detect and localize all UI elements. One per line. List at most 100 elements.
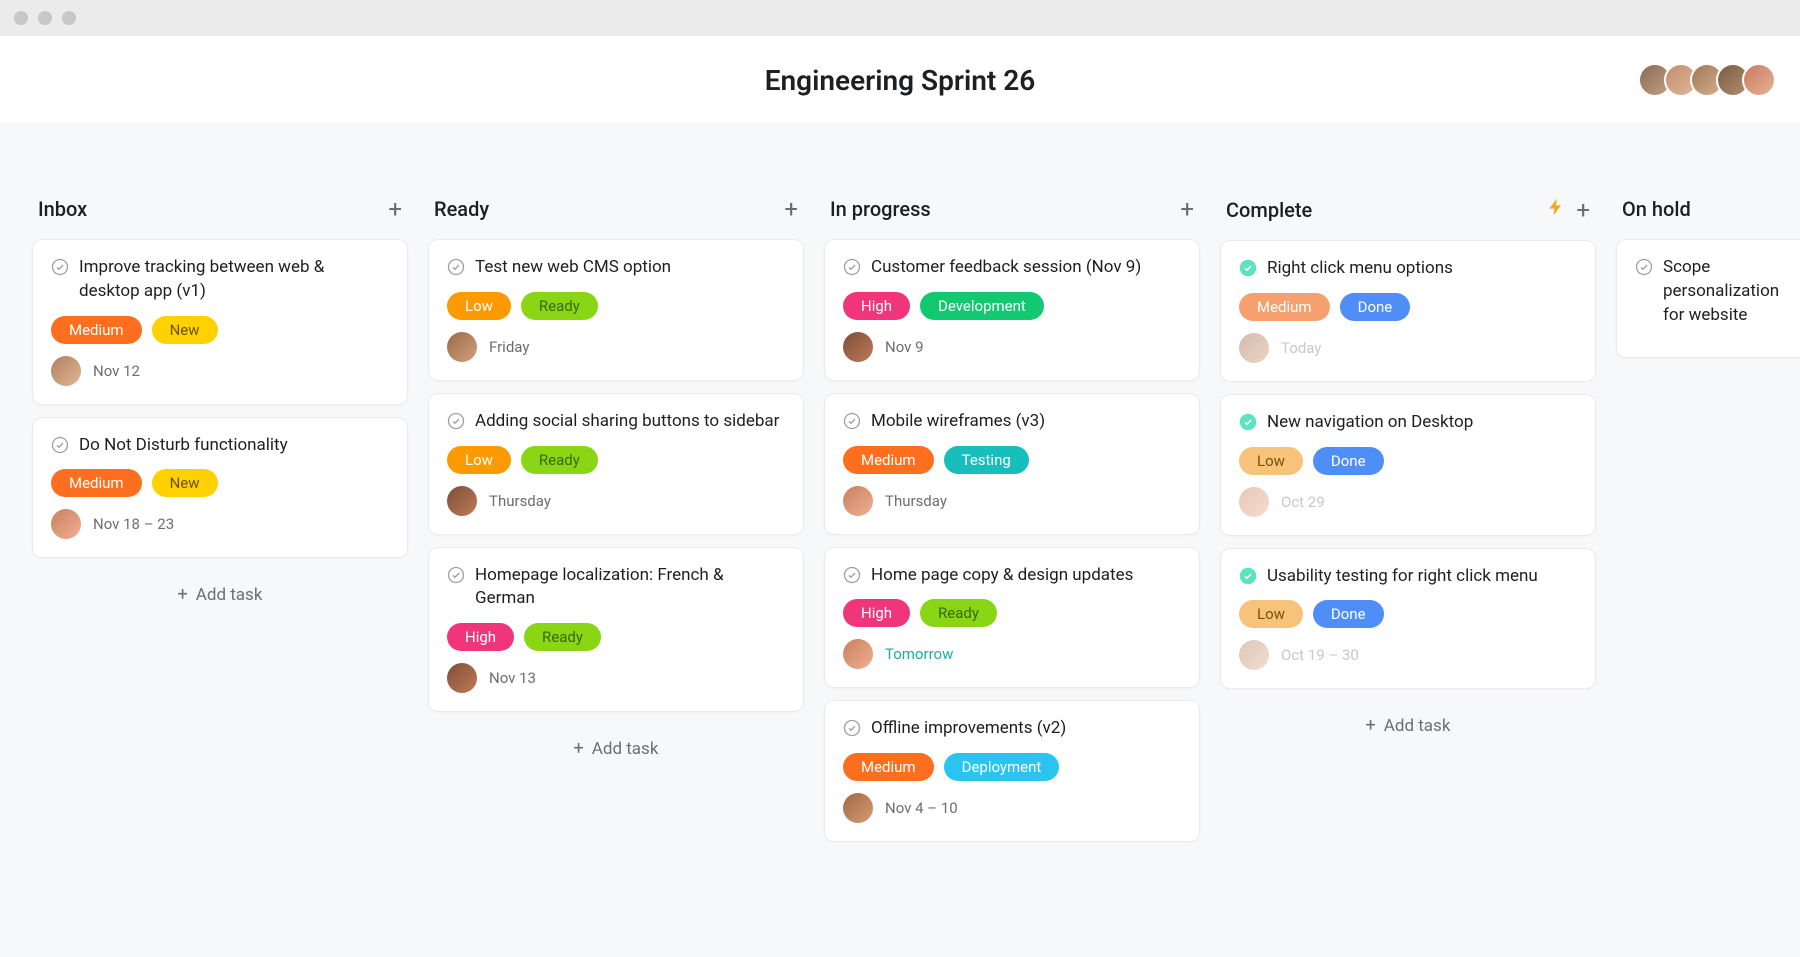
due-date: Friday <box>489 338 529 356</box>
check-icon[interactable] <box>843 412 861 430</box>
task-card[interactable]: Offline improvements (v2) Medium Deploym… <box>824 700 1200 842</box>
task-title: Homepage localization: French & German <box>475 564 785 612</box>
due-date: Nov 9 <box>885 338 924 356</box>
task-card[interactable]: Home page copy & design updates High Rea… <box>824 547 1200 689</box>
assignee-avatar[interactable] <box>843 793 873 823</box>
tag-priority[interactable]: Low <box>447 446 511 474</box>
tag-status[interactable]: Ready <box>920 599 997 627</box>
due-date: Oct 29 <box>1281 493 1325 511</box>
check-icon[interactable] <box>1635 258 1653 276</box>
task-title: Right click menu options <box>1267 257 1577 281</box>
task-card[interactable]: Do Not Disturb functionality Medium New … <box>32 417 408 559</box>
task-card[interactable]: Usability testing for right click menu L… <box>1220 548 1596 690</box>
task-card[interactable]: Adding social sharing buttons to sidebar… <box>428 393 804 535</box>
check-icon[interactable] <box>843 566 861 584</box>
tag-status[interactable]: Testing <box>944 446 1029 474</box>
task-card[interactable]: Test new web CMS option Low Ready Friday <box>428 239 804 381</box>
task-title: Scope personalization for website <box>1663 256 1798 327</box>
bolt-icon[interactable] <box>1546 197 1566 222</box>
check-icon[interactable] <box>843 258 861 276</box>
column-complete: Complete + Right click menu options Medi… <box>1220 197 1596 750</box>
assignee-avatar[interactable] <box>843 639 873 669</box>
tag-priority[interactable]: Medium <box>51 469 142 497</box>
check-complete-icon[interactable] <box>1239 413 1257 431</box>
tag-priority[interactable]: Low <box>1239 447 1303 475</box>
tag-status[interactable]: Development <box>920 292 1044 320</box>
plus-icon: + <box>1366 715 1376 736</box>
collaborator-avatars[interactable] <box>1638 63 1776 97</box>
check-icon[interactable] <box>447 258 465 276</box>
check-icon[interactable] <box>51 436 69 454</box>
task-title: Home page copy & design updates <box>871 564 1181 588</box>
task-card[interactable]: Improve tracking between web & desktop a… <box>32 239 408 405</box>
task-card[interactable]: Homepage localization: French & German H… <box>428 547 804 713</box>
tag-status[interactable]: New <box>152 469 218 497</box>
add-task-label: Add task <box>592 739 659 759</box>
check-icon[interactable] <box>51 258 69 276</box>
column-title[interactable]: Complete <box>1226 198 1312 222</box>
add-task-button[interactable]: + Add task <box>32 570 408 619</box>
tag-priority[interactable]: Medium <box>51 316 142 344</box>
assignee-avatar[interactable] <box>843 332 873 362</box>
column-inbox: Inbox + Improve tracking between web & d… <box>32 197 408 619</box>
add-card-icon[interactable]: + <box>1180 197 1194 221</box>
check-icon[interactable] <box>843 719 861 737</box>
tag-status[interactable]: Ready <box>524 623 601 651</box>
column-title[interactable]: Ready <box>434 197 489 221</box>
task-title: Adding social sharing buttons to sidebar <box>475 410 785 434</box>
check-complete-icon[interactable] <box>1239 567 1257 585</box>
page-title: Engineering Sprint 26 <box>765 64 1035 97</box>
add-card-icon[interactable]: + <box>784 197 798 221</box>
task-card[interactable]: New navigation on Desktop Low Done Oct 2… <box>1220 394 1596 536</box>
assignee-avatar[interactable] <box>447 332 477 362</box>
assignee-avatar[interactable] <box>1239 487 1269 517</box>
window-dot <box>62 11 76 25</box>
column-title[interactable]: In progress <box>830 197 931 221</box>
column-ready: Ready + Test new web CMS option Low Read… <box>428 197 804 773</box>
task-card[interactable]: Right click menu options Medium Done Tod… <box>1220 240 1596 382</box>
avatar[interactable] <box>1742 63 1776 97</box>
add-card-icon[interactable]: + <box>1576 198 1590 222</box>
check-complete-icon[interactable] <box>1239 259 1257 277</box>
task-card[interactable]: Scope personalization for website <box>1616 239 1800 358</box>
add-task-button[interactable]: + Add task <box>428 724 804 773</box>
tag-priority[interactable]: High <box>843 599 910 627</box>
tag-status[interactable]: Ready <box>521 292 598 320</box>
check-icon[interactable] <box>447 566 465 584</box>
assignee-avatar[interactable] <box>51 356 81 386</box>
assignee-avatar[interactable] <box>447 486 477 516</box>
assignee-avatar[interactable] <box>1239 640 1269 670</box>
column-header: Inbox + <box>32 197 408 239</box>
tag-status[interactable]: Deployment <box>944 753 1060 781</box>
due-date: Nov 13 <box>489 669 536 687</box>
check-icon[interactable] <box>447 412 465 430</box>
assignee-avatar[interactable] <box>51 509 81 539</box>
column-header: In progress + <box>824 197 1200 239</box>
tag-priority[interactable]: Low <box>1239 600 1303 628</box>
tag-priority[interactable]: Medium <box>1239 293 1330 321</box>
tag-status[interactable]: Done <box>1313 447 1384 475</box>
column-title[interactable]: On hold <box>1622 197 1691 221</box>
tag-status[interactable]: Done <box>1313 600 1384 628</box>
tag-priority[interactable]: Low <box>447 292 511 320</box>
task-title: Offline improvements (v2) <box>871 717 1181 741</box>
tag-priority[interactable]: High <box>447 623 514 651</box>
tag-status[interactable]: Done <box>1340 293 1411 321</box>
column-title[interactable]: Inbox <box>38 197 87 221</box>
tag-status[interactable]: New <box>152 316 218 344</box>
add-card-icon[interactable]: + <box>388 197 402 221</box>
tag-status[interactable]: Ready <box>521 446 598 474</box>
assignee-avatar[interactable] <box>843 486 873 516</box>
due-date: Nov 4 – 10 <box>885 799 958 817</box>
add-task-label: Add task <box>196 585 263 605</box>
assignee-avatar[interactable] <box>447 663 477 693</box>
assignee-avatar[interactable] <box>1239 333 1269 363</box>
add-task-button[interactable]: + Add task <box>1220 701 1596 750</box>
task-title: Mobile wireframes (v3) <box>871 410 1181 434</box>
task-card[interactable]: Mobile wireframes (v3) Medium Testing Th… <box>824 393 1200 535</box>
tag-priority[interactable]: Medium <box>843 446 934 474</box>
task-card[interactable]: Customer feedback session (Nov 9) High D… <box>824 239 1200 381</box>
tag-priority[interactable]: Medium <box>843 753 934 781</box>
tag-priority[interactable]: High <box>843 292 910 320</box>
page-header: Engineering Sprint 26 <box>0 36 1800 123</box>
